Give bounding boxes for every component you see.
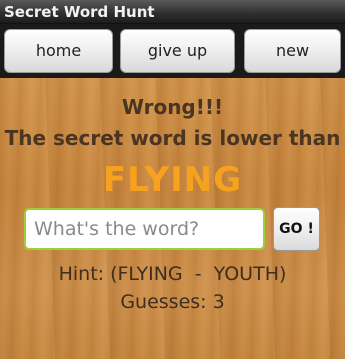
toolbar: home give up new [0,24,345,78]
give-up-button[interactable]: give up [120,29,235,73]
new-game-button[interactable]: new [244,29,341,73]
comparison-message: The secret word is lower than [4,126,341,150]
go-button[interactable]: GO ! [273,207,320,251]
hint-text: Hint: (FLYING - YOUTH) [58,263,287,285]
home-button[interactable]: home [4,29,113,73]
guess-input[interactable] [24,208,265,250]
result-message: Wrong!!! [121,95,224,119]
guesses-count: Guesses: 3 [120,291,225,313]
compared-word: FLYING [102,160,243,200]
app-title-bar: Secret Word Hunt [0,0,345,24]
app-title: Secret Word Hunt [4,3,155,21]
